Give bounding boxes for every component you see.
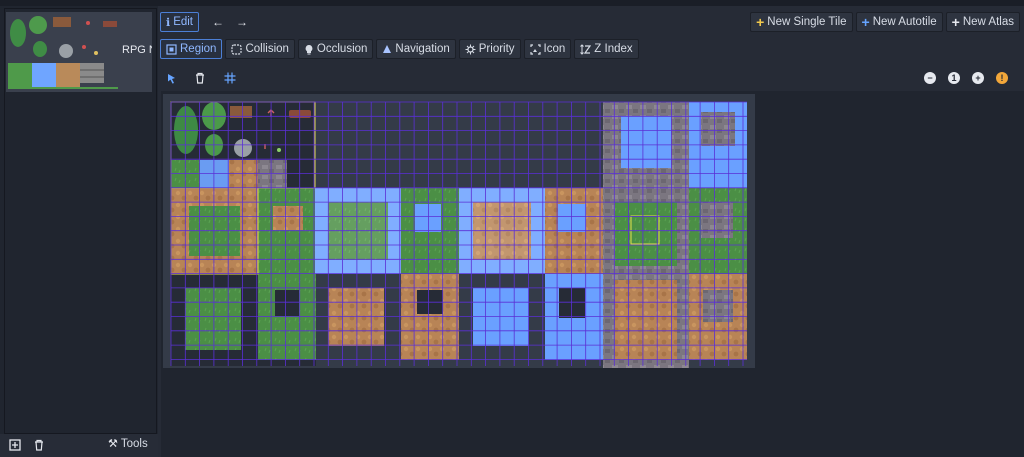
edit-info-icon: ℹ	[166, 16, 171, 29]
cursor-icon[interactable]	[162, 69, 180, 87]
remove-texture-icon[interactable]	[30, 436, 48, 454]
mode-collision-button[interactable]: Collision	[225, 39, 295, 59]
tools-icon: ⚒	[108, 438, 118, 450]
warning-button[interactable]: !	[993, 69, 1011, 87]
new-autotile-button[interactable]: + New Autotile	[855, 12, 943, 32]
texture-name: RPG N	[122, 44, 152, 56]
mode-label: Occlusion	[316, 43, 368, 55]
arrow-right-icon[interactable]: →	[233, 13, 251, 31]
zoom-in-button[interactable]: +	[969, 69, 987, 87]
grid-snap-icon[interactable]	[221, 69, 239, 87]
new-single-tile-button[interactable]: + New Single Tile	[750, 12, 853, 32]
add-texture-icon[interactable]	[6, 436, 24, 454]
mode-occlusion-button[interactable]: Occlusion	[297, 39, 374, 59]
warning-icon: !	[996, 72, 1008, 84]
z-index-icon	[580, 43, 592, 55]
mode-toolbar: Region Collision Occlusion Navigation Pr…	[160, 37, 639, 61]
plus-icon-white: +	[951, 14, 960, 30]
edit-button[interactable]: ℹ Edit	[160, 12, 200, 32]
edit-label: Edit	[173, 16, 194, 28]
zoom-in-icon: +	[972, 72, 984, 84]
plus-icon-yellow: +	[756, 14, 765, 30]
region-icon	[166, 43, 177, 55]
mode-z-index-button[interactable]: Z Index	[574, 39, 639, 59]
mode-label: Icon	[543, 43, 566, 55]
zoom-out-icon: −	[924, 72, 936, 84]
navigation-icon	[383, 45, 392, 53]
zoom-reset-icon: 1	[948, 72, 960, 84]
new-single-tile-label: New Single Tile	[767, 16, 847, 28]
new-autotile-label: New Autotile	[872, 16, 937, 28]
collision-icon	[231, 43, 243, 55]
new-atlas-label: New Atlas	[962, 16, 1014, 28]
mode-label: Region	[180, 43, 217, 55]
zoom-reset-button[interactable]: 1	[945, 69, 963, 87]
plus-icon-blue: +	[861, 14, 870, 30]
mode-label: Priority	[478, 43, 515, 55]
mode-navigation-button[interactable]: Navigation	[376, 39, 456, 59]
trash-icon[interactable]	[191, 69, 209, 87]
mode-label: Navigation	[395, 43, 450, 55]
mode-priority-button[interactable]: Priority	[458, 39, 521, 59]
priority-icon	[465, 44, 476, 54]
mode-label: Z Index	[594, 43, 633, 55]
top-toolbar: ℹ Edit ← → + New Single Tile + New Autot…	[160, 10, 1020, 34]
tileset-canvas[interactable]	[163, 94, 755, 368]
arrow-left-icon[interactable]: ←	[209, 13, 227, 31]
zoom-out-button[interactable]: −	[921, 69, 939, 87]
mode-icon-button[interactable]: Icon	[523, 39, 572, 59]
icon-mode-icon	[529, 43, 541, 55]
new-atlas-button[interactable]: + New Atlas	[945, 12, 1020, 32]
tools-label: Tools	[120, 437, 148, 450]
mode-region-button[interactable]: Region	[160, 39, 223, 59]
occlusion-icon	[305, 44, 313, 54]
tree-tile	[174, 106, 198, 154]
tileset-thumbnail	[8, 13, 118, 89]
tools-menu-button[interactable]: ⚒ Tools	[108, 437, 148, 451]
mode-label: Collision	[245, 43, 289, 55]
